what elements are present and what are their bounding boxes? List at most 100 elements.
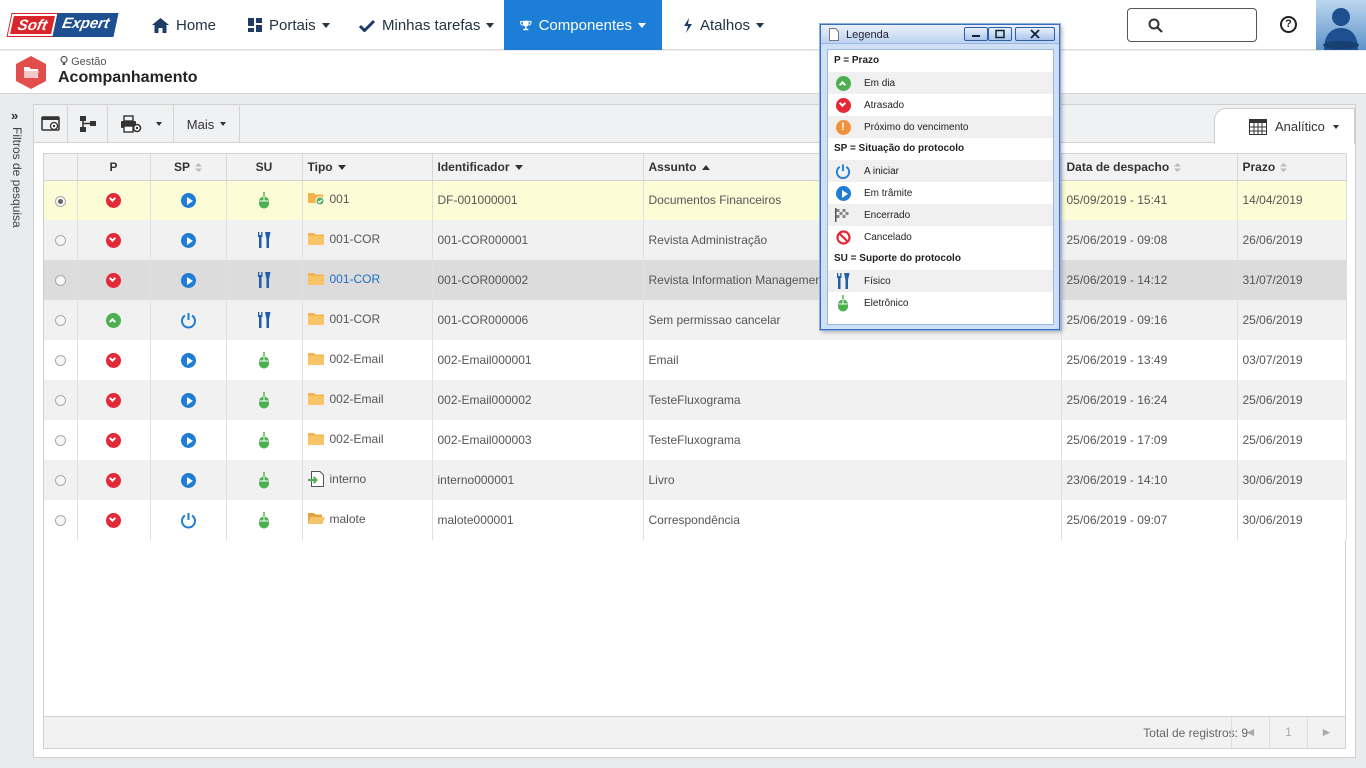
row-radio[interactable] — [54, 435, 66, 447]
row-radio[interactable] — [54, 395, 66, 407]
row-radio[interactable] — [54, 275, 66, 287]
row-select-cell[interactable] — [44, 300, 78, 340]
row-select-cell[interactable] — [44, 420, 78, 460]
search-input[interactable] — [1127, 8, 1257, 42]
close-button[interactable] — [1015, 27, 1055, 41]
print-settings-button[interactable] — [108, 105, 174, 143]
col-tipo[interactable]: Tipo — [302, 154, 433, 181]
page-header: Gestão Acompanhamento — [0, 51, 1366, 94]
table-row[interactable]: 002-Email 002-Email000001 Email 25/06/2019 … — [44, 340, 1347, 380]
warning-icon: ! — [835, 119, 851, 135]
cell-sp — [150, 460, 227, 500]
prev-page-button[interactable]: ◄ — [1231, 717, 1269, 748]
table-row[interactable]: 002-Email 002-Email000002 TesteFluxograma 2… — [44, 380, 1347, 420]
home-icon — [152, 17, 169, 33]
minimize-button[interactable] — [964, 27, 988, 41]
col-p[interactable]: P — [77, 154, 151, 181]
tools-icon — [258, 271, 271, 288]
row-select-cell[interactable] — [44, 340, 78, 380]
nav-home[interactable]: Home — [152, 0, 216, 50]
next-page-button[interactable]: ► — [1307, 717, 1345, 748]
table-row[interactable]: 001 DF-001000001 Documentos Financeiros 05/… — [44, 180, 1347, 220]
legend-item-label: Cancelado — [864, 231, 912, 243]
top-navbar: Soft Expert Home Portais Minhas tarefas C… — [0, 0, 1366, 50]
cell-identificador: 001-COR000001 — [432, 220, 644, 260]
view-record-button[interactable] — [34, 105, 68, 143]
cell-su — [226, 180, 303, 220]
help-icon[interactable]: ? — [1280, 16, 1297, 33]
cancel-icon — [835, 229, 851, 245]
row-radio[interactable] — [54, 355, 66, 367]
row-radio[interactable] — [54, 195, 66, 207]
chevron-down-icon — [638, 22, 646, 28]
workflow-button[interactable] — [68, 105, 108, 143]
cell-data-despacho: 25/06/2019 - 17:09 — [1061, 420, 1238, 460]
flowchart-icon — [79, 116, 96, 132]
cell-p — [77, 340, 151, 380]
row-radio[interactable] — [54, 515, 66, 527]
cell-data-despacho: 23/06/2019 - 14:10 — [1061, 460, 1238, 500]
on-time-icon — [835, 75, 851, 91]
document-icon — [829, 28, 839, 41]
breadcrumb[interactable]: Gestão — [60, 55, 107, 68]
records-table: P SP SU Tipo Identificador Assunto Data … — [44, 154, 1347, 540]
legend-item: Em dia — [828, 72, 1053, 94]
filter-label[interactable]: Filtros de pesquisa — [10, 127, 24, 228]
expand-icon[interactable]: » — [11, 108, 18, 123]
row-radio[interactable] — [54, 235, 66, 247]
printer-gear-icon — [120, 115, 141, 133]
col-prazo[interactable]: Prazo — [1237, 154, 1347, 181]
row-radio[interactable] — [54, 475, 66, 487]
col-sp[interactable]: SP — [150, 154, 227, 181]
row-select-cell[interactable] — [44, 220, 78, 260]
play-icon — [180, 392, 196, 408]
filter-sidebar-collapsed[interactable]: » Filtros de pesquisa — [0, 95, 33, 768]
view-mode-selector[interactable]: Analítico — [1214, 108, 1355, 144]
row-radio[interactable] — [54, 315, 66, 327]
nav-atalhos[interactable]: Atalhos — [683, 0, 765, 50]
grid-footer: Total de registros: 9 ◄ 1 ► — [44, 716, 1345, 748]
cell-tipo: malote — [302, 500, 433, 540]
mouse-icon — [259, 471, 269, 488]
chevron-down-icon — [486, 22, 495, 28]
cell-su — [226, 220, 303, 260]
legend-section-heading: SP = Situação do protocolo — [834, 143, 965, 154]
table-row[interactable]: 001-COR 001-COR000002 Revista Information … — [44, 260, 1347, 300]
legend-titlebar[interactable]: Legenda — [821, 25, 1059, 44]
legend-window[interactable]: Legenda P = Prazo Em dia Atrasado! Próximo … — [820, 24, 1060, 330]
table-row[interactable]: malote malote000001 Correspondência 25/06/2… — [44, 500, 1347, 540]
chevron-down-icon — [155, 122, 162, 126]
nav-portais[interactable]: Portais — [248, 0, 330, 50]
col-su[interactable]: SU — [226, 154, 303, 181]
play-icon — [180, 232, 196, 248]
power-icon — [180, 312, 196, 328]
avatar[interactable] — [1316, 0, 1366, 50]
row-select-cell[interactable] — [44, 500, 78, 540]
main-panel: Mais Analítico P SP SU Tipo Identificado… — [33, 104, 1356, 758]
table-row[interactable]: interno interno000001 Livro 23/06/2019 - 14… — [44, 460, 1347, 500]
nav-minhas-tarefas[interactable]: Minhas tarefas — [359, 0, 495, 50]
cell-prazo: 25/06/2019 — [1237, 300, 1347, 340]
softexpert-logo[interactable]: Soft Expert — [7, 14, 118, 36]
table-row[interactable]: 001-COR 001-COR000001 Revista Administraçã… — [44, 220, 1347, 260]
row-select-cell[interactable] — [44, 260, 78, 300]
table-row[interactable]: 002-Email 002-Email000003 TesteFluxograma 2… — [44, 420, 1347, 460]
cell-assunto: Email — [643, 340, 1062, 380]
col-data-despacho[interactable]: Data de despacho — [1061, 154, 1238, 181]
row-select-cell[interactable] — [44, 180, 78, 220]
col-identificador[interactable]: Identificador — [432, 154, 644, 181]
minimize-icon — [972, 35, 980, 37]
cell-prazo: 30/06/2019 — [1237, 460, 1347, 500]
maximize-button[interactable] — [988, 27, 1012, 41]
chevron-down-icon — [1332, 124, 1339, 129]
cell-p — [77, 220, 151, 260]
table-row[interactable]: 001-COR 001-COR000006 Sem permissao cancel… — [44, 300, 1347, 340]
mouse-icon — [259, 431, 269, 448]
cell-sp — [150, 380, 227, 420]
row-select-cell[interactable] — [44, 380, 78, 420]
more-menu-button[interactable]: Mais — [174, 105, 240, 143]
page-number[interactable]: 1 — [1269, 717, 1307, 748]
nav-componentes[interactable]: Componentes — [504, 0, 662, 50]
cell-su — [226, 380, 303, 420]
row-select-cell[interactable] — [44, 460, 78, 500]
